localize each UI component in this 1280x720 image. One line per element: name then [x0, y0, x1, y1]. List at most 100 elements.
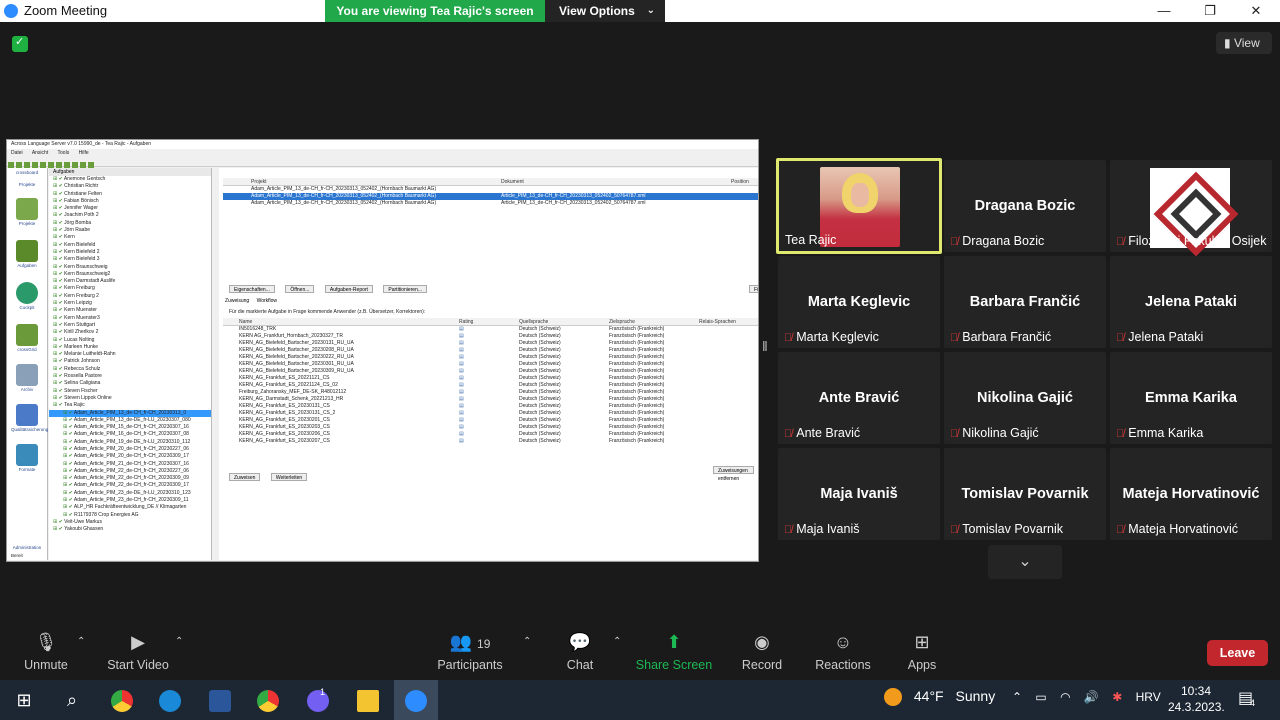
user-table[interactable]: Name Rating Quellsprache Zielsprache Rel… [223, 318, 758, 445]
menu-hilfe[interactable]: Hilfe [79, 150, 89, 156]
filter-button[interactable]: Filter [749, 285, 758, 293]
leave-button[interactable]: Leave [1207, 640, 1268, 666]
unmute-button[interactable]: 🎙 Unmute [18, 632, 74, 672]
tree-item[interactable]: Kern Braunschweig [49, 264, 211, 271]
menu-datei[interactable]: Datei [11, 150, 23, 156]
tree-item[interactable]: Kern Freiburg [49, 285, 211, 292]
tree-item[interactable]: Rossella Pastore [49, 373, 211, 380]
table-row[interactable]: KERN_AG_Frankfurt_ES_20230131_CS Deutsch … [223, 403, 758, 410]
col-relais[interactable]: Relais-Sprachen [699, 318, 736, 326]
tree-item[interactable]: Kern Leipzig [49, 300, 211, 307]
tree-item[interactable]: Adam_Article_PIM_16_de-CH_fr-CH_20230307… [49, 431, 211, 438]
close-button[interactable]: ✕ [1233, 0, 1279, 22]
tree-item[interactable]: Adam_Article_PIM_13_de-DE_fr-LU_20230307… [49, 417, 211, 424]
nav-administration[interactable]: Administration [11, 545, 43, 550]
nav-archiv[interactable]: Archiv [11, 364, 43, 392]
tree-item[interactable]: Adam_Article_PIM_22_de-CH_fr-CH_20230227… [49, 468, 211, 475]
share-screen-button[interactable]: ⬆ Share Screen [634, 632, 714, 672]
tree-item[interactable]: Kern Bielefeld 2 [49, 249, 211, 256]
chevron-up-icon[interactable]: ⌃ [1012, 690, 1022, 704]
tree-item[interactable]: Kern [49, 234, 211, 241]
tree-item[interactable]: Kern Muenster [49, 307, 211, 314]
table-row[interactable]: Adam_Article_PIM_13_de-CH_fr-CH_20230313… [223, 186, 758, 193]
record-button[interactable]: ◉ Record [736, 632, 788, 672]
nav-aufgaben[interactable]: Aufgaben [11, 240, 43, 268]
panel-divider-handle[interactable]: ‖ [762, 338, 768, 364]
tree-item[interactable]: Selina Caligiana [49, 380, 211, 387]
nav-projekte[interactable]: Projekte [11, 198, 43, 226]
table-row[interactable]: KERN_AG_Frankfurt_ES_20230207_CS Deutsch … [223, 438, 758, 445]
col-projekt[interactable]: Projekt [251, 178, 267, 186]
participants-button[interactable]: 👥 19 Participants [436, 632, 504, 672]
tab-workflow[interactable]: Workflow [257, 298, 277, 304]
participant-tile[interactable]: Tomislav Povarnik 🎙̸ Tomislav Povarnik [944, 448, 1106, 540]
view-options-button[interactable]: View Options ⌄ [545, 0, 665, 22]
nav-qualitaet[interactable]: Qualitätssicherung [11, 404, 48, 432]
tree-item[interactable]: Jörn Raabe [49, 227, 211, 234]
clock[interactable]: 10:34 24.3.2023. [1168, 683, 1225, 715]
notifications-icon[interactable]: ▤ 4 [1238, 688, 1255, 708]
task-report-button[interactable]: Aufgaben-Report [324, 285, 373, 293]
participant-tile[interactable]: Emma Karika 🎙̸ Emma Karika [1110, 352, 1272, 444]
table-row[interactable]: Adam_Article_PIM_13_de-CH_fr-CH_20230313… [223, 200, 758, 207]
tree-item[interactable]: Fabian Bönisch [49, 198, 211, 205]
tree-item[interactable]: Adam_Article_PIM_23_de-CH_fr-CH_20230309… [49, 497, 211, 504]
table-row[interactable]: KERN_AG_Frankfurt_ES_20230206_CS Deutsch … [223, 431, 758, 438]
tree-item[interactable]: Kirill Zherlkov 2 [49, 329, 211, 336]
col-position[interactable]: Position [731, 178, 749, 186]
col-quellsprache[interactable]: Quellsprache [519, 318, 548, 326]
tree-item[interactable]: Jennifer Wager [49, 205, 211, 212]
start-video-button[interactable]: ▶ Start Video [104, 632, 172, 672]
tree-item[interactable]: Christiane Felten [49, 191, 211, 198]
table-row[interactable]: KERN_AG_Frankfurt_ES_20230203_CS Deutsch … [223, 424, 758, 431]
open-button[interactable]: Öffnen... [285, 285, 315, 293]
participant-tile[interactable]: Tea Rajic [776, 158, 942, 254]
nav-crossgrid[interactable]: crossGrid [11, 324, 43, 352]
tree-item[interactable]: Jörg Bomba [49, 220, 211, 227]
tree-item[interactable]: Tea Rajic [49, 402, 211, 409]
language-indicator[interactable]: HRV [1136, 690, 1161, 704]
chrome-profile-icon[interactable] [246, 680, 290, 720]
table-row[interactable]: KERN_AG_Bielefeld_Bartscher_20230309_RU_… [223, 368, 758, 375]
participant-tile[interactable]: Ante Bravić 🎙̸ Ante Bravić [778, 352, 940, 444]
tree-item[interactable]: Anemone Gentsch [49, 176, 211, 183]
tree-item[interactable]: Adam_Article_PIM_21_de-CH_fr-CH_20230307… [49, 461, 211, 468]
col-rating[interactable]: Rating [459, 318, 473, 326]
tree-item[interactable]: Kern Muenster3 [49, 315, 211, 322]
word-icon[interactable] [198, 680, 242, 720]
tree-item[interactable]: Kern Braunschweig2 [49, 271, 211, 278]
view-button[interactable]: ▮ View [1216, 32, 1272, 54]
project-table[interactable]: Projekt Dokument Position Adam_Article_P… [223, 178, 758, 207]
wifi-icon[interactable]: ◠ [1060, 690, 1070, 704]
tree-item[interactable]: ALP_HR Fachkräfteentwicklung_DE // Klima… [49, 504, 211, 511]
participant-tile[interactable]: Maja Ivaniš 🎙̸ Maja Ivaniš [778, 448, 940, 540]
table-row[interactable]: KERN_AG_Bielefeld_Bartscher_20230131_RU_… [223, 340, 758, 347]
remove-assignments-button[interactable]: Zuweisungen entfernen [713, 466, 754, 482]
search-icon[interactable]: ⌕ [50, 680, 94, 720]
tree-item[interactable]: Melanie Luitheldt-Rahn [49, 351, 211, 358]
tree-item[interactable]: Adam_Article_PIM_20_de-CH_fr-CH_20230309… [49, 453, 211, 460]
tree-item[interactable]: Joachim Poth 2 [49, 212, 211, 219]
col-dokument[interactable]: Dokument [501, 178, 524, 186]
participant-tile[interactable]: Mateja Horvatinović 🎙̸ Mateja Horvatinović [1110, 448, 1272, 540]
minimize-button[interactable]: — [1141, 0, 1187, 22]
reactions-button[interactable]: ☺ Reactions [812, 632, 874, 672]
start-icon[interactable]: ⊞ [2, 680, 46, 720]
forward-button[interactable]: Weiterleiten [270, 473, 308, 481]
task-tree[interactable]: Aufgaben Anemone GentschChristian Richtr… [49, 168, 212, 560]
chrome-icon[interactable] [100, 680, 144, 720]
table-row[interactable]: Freiburg_Zahoransky_MEF_DE-SK_R48012112 D… [223, 389, 758, 396]
nav-formate[interactable]: Formate [11, 444, 43, 472]
tree-item[interactable]: Christian Richtr [49, 183, 211, 190]
tree-item[interactable]: Veit-Uwe Markus [49, 519, 211, 526]
table-row[interactable]: KERN_AG_Bielefeld_Bartscher_20230301_RU_… [223, 361, 758, 368]
menu-tools[interactable]: Tools [58, 150, 70, 156]
tree-item[interactable]: Adam_Article_PIM_22_de-CH_fr-CH_20230309… [49, 482, 211, 489]
properties-button[interactable]: Eigenschaften... [229, 285, 275, 293]
tree-item[interactable]: Kern Stuttgart [49, 322, 211, 329]
weather-widget[interactable]: 44°F Sunny [884, 688, 995, 707]
tree-item[interactable]: Kern Freiburg 2 [49, 293, 211, 300]
tree-item[interactable]: Adam_Article_PIM_20_de-CH_fr-CH_20230227… [49, 446, 211, 453]
nav-cockpit[interactable]: Cockpit [11, 282, 43, 310]
tree-item[interactable]: Lucas Nolting [49, 337, 211, 344]
